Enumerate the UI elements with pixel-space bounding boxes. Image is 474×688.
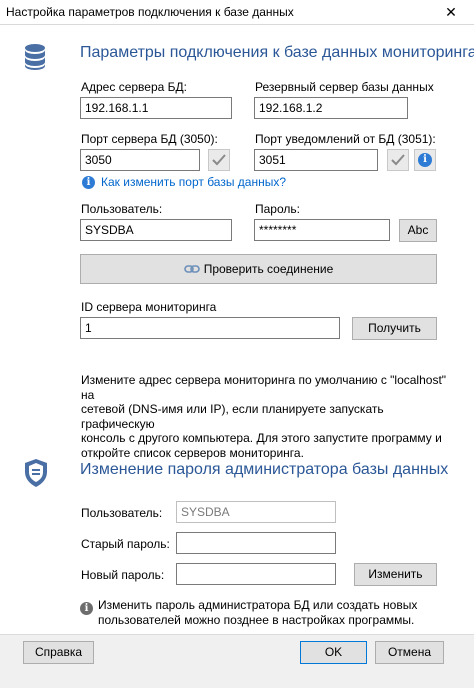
db-section-title: Параметры подключения к базе данных мони…	[80, 44, 474, 61]
server-id-label: ID сервера мониторинга	[81, 300, 217, 314]
show-password-button[interactable]: Abc	[399, 219, 437, 242]
user-label: Пользователь:	[81, 202, 163, 216]
password-label: Пароль:	[255, 202, 300, 216]
notify-port-input[interactable]: 3051	[254, 149, 378, 171]
server-input[interactable]: 192.168.1.1	[80, 97, 232, 119]
checkmark-icon	[212, 154, 226, 166]
password-input[interactable]: ********	[254, 219, 390, 241]
checkmark-icon	[391, 154, 405, 166]
admin-user-input: SYSDBA	[176, 501, 336, 523]
db-hint-text: Измените адрес сервера мониторинга по ум…	[81, 373, 447, 460]
notify-port-label: Порт уведомлений от БД (3051):	[255, 132, 436, 146]
test-connection-label: Проверить соединение	[203, 262, 334, 276]
change-password-button[interactable]: Изменить	[354, 563, 437, 586]
shield-icon	[24, 458, 48, 488]
ok-button[interactable]: OK	[300, 641, 367, 664]
window-title: Настройка параметров подключения к базе …	[6, 5, 294, 19]
info-icon: i	[418, 153, 432, 167]
port-label: Порт сервера БД (3050):	[81, 132, 218, 146]
user-input[interactable]: SYSDBA	[80, 219, 232, 241]
admin-user-label: Пользователь:	[81, 506, 163, 520]
server-id-input[interactable]: 1	[80, 317, 340, 339]
close-icon[interactable]: ✕	[428, 0, 474, 24]
database-icon	[24, 43, 46, 71]
admin-info-text: Изменить пароль администратора БД или со…	[98, 598, 418, 627]
dialog-footer: Справка OK Отмена	[0, 634, 474, 688]
port-input[interactable]: 3050	[80, 149, 200, 171]
link-icon	[183, 265, 200, 273]
backup-server-input[interactable]: 192.168.1.2	[254, 97, 408, 119]
title-bar: Настройка параметров подключения к базе …	[0, 0, 474, 25]
test-connection-button[interactable]: Проверить соединение	[80, 254, 437, 284]
change-port-link[interactable]: Как изменить порт базы данных?	[101, 175, 286, 189]
info-icon: i	[80, 602, 93, 615]
old-password-input[interactable]	[176, 532, 336, 554]
new-password-label: Новый пароль:	[81, 568, 165, 582]
notify-port-confirm-button[interactable]	[387, 149, 409, 171]
backup-server-label: Резервный сервер базы данных	[255, 80, 434, 94]
get-id-button[interactable]: Получить	[352, 317, 437, 340]
server-label: Адрес сервера БД:	[81, 80, 187, 94]
cancel-button[interactable]: Отмена	[375, 641, 444, 664]
help-button[interactable]: Справка	[23, 641, 94, 664]
old-password-label: Старый пароль:	[81, 537, 170, 551]
port-confirm-button[interactable]	[208, 149, 230, 171]
info-icon: i	[82, 176, 95, 189]
notify-port-info-button[interactable]: i	[414, 149, 436, 171]
admin-section-title: Изменение пароля администратора базы дан…	[80, 461, 449, 478]
new-password-input[interactable]	[176, 563, 336, 585]
